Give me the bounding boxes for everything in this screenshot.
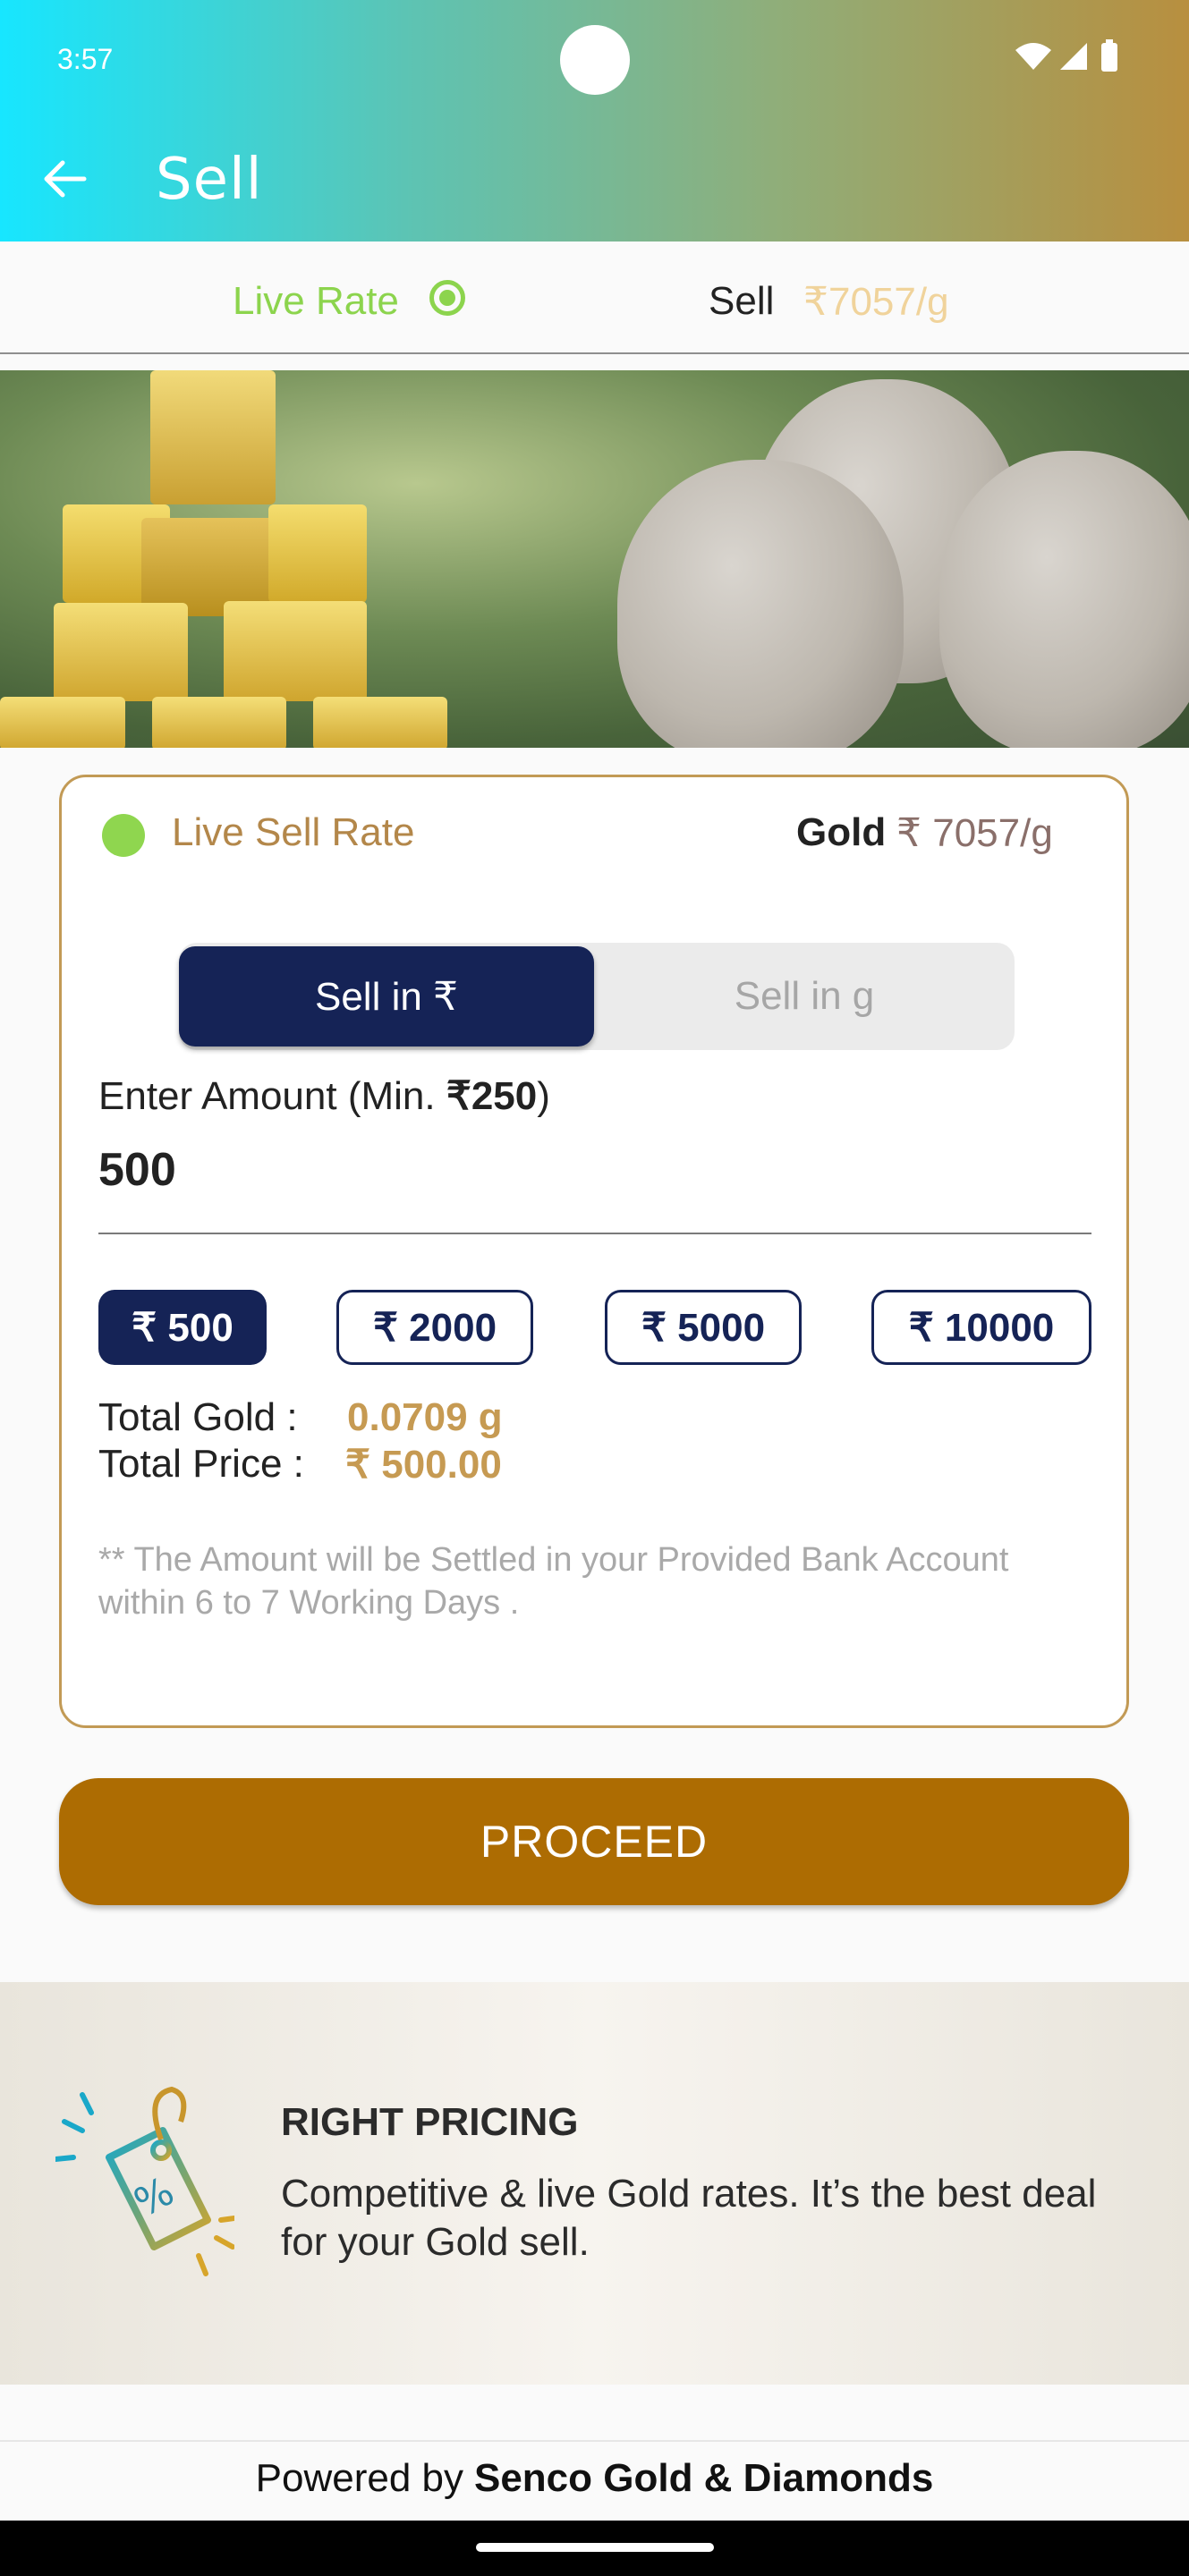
gold-rate-value: ₹ 7057/g: [896, 811, 1053, 855]
gold-bar: [224, 601, 367, 701]
back-arrow-icon[interactable]: [39, 154, 89, 204]
powered-by-text: Powered by Senco Gold & Diamonds: [255, 2456, 934, 2500]
promo-description: Competitive & live Gold rates. It’s the …: [281, 2172, 1097, 2264]
sell-in-grams-tab[interactable]: Sell in g: [594, 946, 1015, 1046]
wifi-icon: [1015, 43, 1051, 70]
total-gold-label: Total Gold :: [98, 1395, 298, 1439]
gold-bar: [313, 697, 447, 748]
proceed-button[interactable]: PROCEED: [59, 1778, 1129, 1905]
live-indicator-core: [439, 290, 455, 306]
gold-bar: [54, 603, 188, 701]
status-time: 3:57: [57, 43, 114, 75]
money-bag: [617, 460, 904, 748]
total-gold-value: 0.0709 g: [347, 1395, 503, 1439]
promo-title: RIGHT PRICING: [281, 2100, 579, 2144]
status-icons: [1015, 39, 1117, 72]
gold-bar: [0, 697, 125, 748]
settlement-note: ** The Amount will be Settled in your Pr…: [98, 1541, 1009, 1622]
gold-bar: [268, 504, 367, 603]
svg-text:%: %: [127, 2168, 182, 2226]
camera-cutout: [560, 25, 630, 95]
price-tag-icon: %: [55, 2086, 234, 2276]
amount-chip-10000[interactable]: ₹ 10000: [871, 1290, 1091, 1365]
live-sell-rate-label: Live Sell Rate: [172, 810, 415, 854]
money-bag: [939, 451, 1189, 748]
live-status-dot: [102, 814, 145, 857]
hero-banner-image: [0, 370, 1189, 748]
gold-bar: [152, 697, 286, 748]
rate-bar: [0, 242, 1189, 354]
enter-amount-label: Enter Amount (Min. ₹250): [98, 1074, 550, 1118]
gold-bar: [150, 370, 276, 504]
amount-chip-2000[interactable]: ₹ 2000: [336, 1290, 533, 1365]
total-price-label: Total Price :: [98, 1442, 304, 1486]
total-price-value: ₹ 500.00: [345, 1443, 502, 1487]
live-rate-label: Live Rate: [233, 279, 399, 323]
signal-icon: [1060, 43, 1087, 70]
page-title: Sell: [156, 147, 263, 213]
battery-icon: [1101, 43, 1117, 72]
amount-input-underline: [98, 1233, 1091, 1234]
amount-chip-5000[interactable]: ₹ 5000: [605, 1290, 802, 1365]
sell-in-rupees-tab[interactable]: Sell in ₹: [179, 946, 594, 1046]
sell-rate-label: Sell: [709, 279, 775, 323]
amount-input[interactable]: 500: [98, 1143, 176, 1197]
gold-label: Gold: [796, 810, 887, 854]
home-gesture-handle[interactable]: [476, 2543, 714, 2552]
sell-rate-value: ₹7057/g: [803, 280, 949, 324]
amount-chip-500[interactable]: ₹ 500: [98, 1290, 267, 1365]
